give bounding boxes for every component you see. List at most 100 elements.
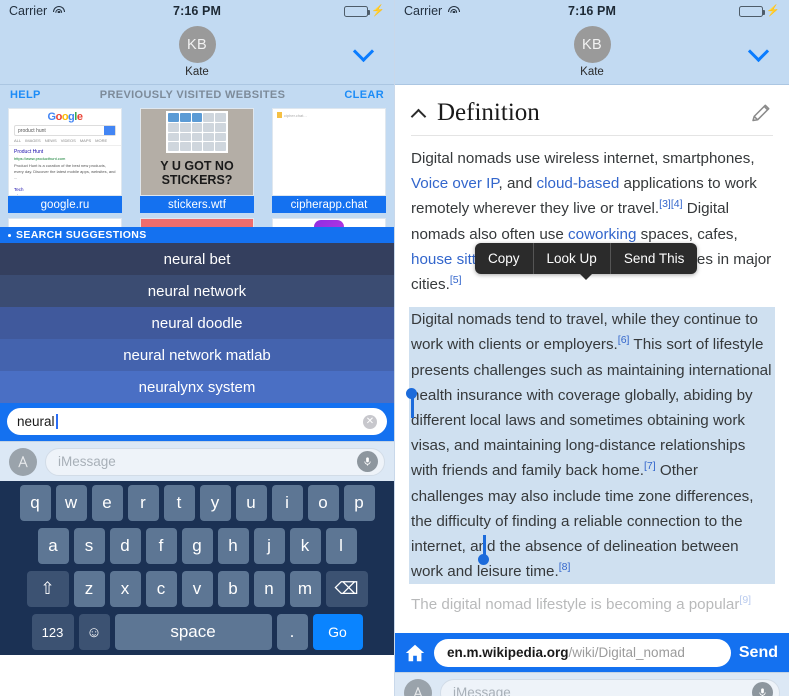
search-input[interactable]: neural ✕: [7, 408, 387, 435]
key-v[interactable]: v: [181, 571, 213, 607]
send-button[interactable]: Send: [739, 644, 780, 662]
selection-start-bar[interactable]: [411, 396, 414, 418]
selection-end-handle[interactable]: [478, 554, 489, 565]
key-o[interactable]: o: [307, 485, 339, 521]
key-u[interactable]: u: [235, 485, 267, 521]
page-tab-row: cipher.chat...: [277, 112, 381, 118]
suggestion-item[interactable]: neural doodle: [0, 307, 394, 339]
article-link[interactable]: cloud-based: [537, 175, 620, 192]
key-b[interactable]: b: [217, 571, 249, 607]
key-p[interactable]: p: [343, 485, 375, 521]
lookup-menu-item[interactable]: Look Up: [532, 243, 610, 274]
contact-block[interactable]: KB Kate: [178, 26, 216, 78]
key-i[interactable]: i: [271, 485, 303, 521]
backspace-key[interactable]: ⌫: [325, 571, 368, 607]
key-x[interactable]: x: [109, 571, 141, 607]
url-input[interactable]: en.m.wikipedia.org/wiki/Digital_nomad: [434, 638, 731, 667]
search-suggestions-header: SEARCH SUGGESTIONS: [0, 227, 394, 243]
key-c[interactable]: c: [145, 571, 177, 607]
home-icon[interactable]: [404, 642, 426, 664]
article-link[interactable]: Voice over IP: [411, 175, 499, 192]
pencil-icon[interactable]: [749, 101, 773, 125]
contact-header-left: KB Kate: [0, 22, 394, 85]
key-y[interactable]: y: [199, 485, 231, 521]
selection-start-handle[interactable]: [406, 388, 417, 399]
key-d[interactable]: d: [109, 528, 141, 564]
google-search-icon: [104, 126, 115, 135]
send-this-menu-item[interactable]: Send This: [609, 243, 698, 274]
microphone-icon[interactable]: [752, 682, 773, 696]
key-z[interactable]: z: [73, 571, 105, 607]
key-n[interactable]: n: [253, 571, 285, 607]
clear-button[interactable]: CLEAR: [344, 89, 384, 101]
period-key[interactable]: .: [276, 614, 308, 650]
article-link[interactable]: coworking: [568, 226, 636, 243]
citation-ref[interactable]: [7]: [644, 460, 656, 472]
site-card-cipherapp[interactable]: cipher.chat... cipherapp.chat: [272, 108, 386, 213]
key-a[interactable]: a: [37, 528, 69, 564]
contact-name: Kate: [580, 66, 604, 78]
key-h[interactable]: h: [217, 528, 249, 564]
help-button[interactable]: HELP: [10, 89, 41, 101]
imessage-bar-left: iMessage: [0, 441, 394, 481]
site-card-stickers[interactable]: Y U GOT NO STICKERS? stickers.wtf: [140, 108, 254, 213]
result-url: https://www.producthunt.com: [14, 156, 66, 161]
key-e[interactable]: e: [91, 485, 123, 521]
site-card-app[interactable]: 1: [272, 218, 386, 227]
imessage-input[interactable]: iMessage: [440, 678, 780, 696]
key-l[interactable]: l: [325, 528, 357, 564]
suggestion-item[interactable]: neuralynx system: [0, 371, 394, 403]
citation-ref[interactable]: [3][4]: [659, 198, 682, 210]
sticker-grid-image: [166, 111, 228, 153]
google-logo-icon: Google: [47, 111, 83, 123]
key-j[interactable]: j: [253, 528, 285, 564]
sublink: About: [14, 194, 116, 195]
key-m[interactable]: m: [289, 571, 321, 607]
site-card-google[interactable]: Google product hunt ALL IMAGES NEWS VIDE…: [8, 108, 122, 213]
blank-page-content: cipher.chat...: [273, 109, 385, 121]
suggestion-item[interactable]: neural bet: [0, 243, 394, 275]
citation-ref[interactable]: [9]: [739, 594, 751, 606]
meme-content: Y U GOT NO STICKERS?: [141, 109, 253, 195]
article-text: , and: [498, 175, 537, 193]
shift-key[interactable]: ⇧: [26, 571, 69, 607]
key-s[interactable]: s: [73, 528, 105, 564]
go-key[interactable]: Go: [312, 614, 363, 650]
google-result: Product Hunt https://www.producthunt.com…: [9, 146, 121, 183]
microphone-glyph: [364, 457, 371, 466]
suggestion-item[interactable]: neural network: [0, 275, 394, 307]
virtual-keyboard: q w e r t y u i o p a s d f g h j k l ⇧ …: [0, 481, 394, 655]
right-screen: Carrier 7:16 PM ⚡ KB Kate Definition Dig…: [395, 0, 789, 696]
appstore-icon[interactable]: [404, 678, 432, 696]
chevron-down-icon[interactable]: [749, 44, 770, 55]
chevron-down-icon[interactable]: [354, 44, 375, 55]
site-card-swapped[interactable]: Swapped: [140, 218, 254, 227]
chevron-up-icon[interactable]: [411, 107, 427, 119]
key-q[interactable]: q: [19, 485, 51, 521]
key-w[interactable]: w: [55, 485, 87, 521]
key-t[interactable]: t: [163, 485, 195, 521]
space-key[interactable]: space: [114, 614, 272, 650]
appstore-icon[interactable]: [9, 447, 37, 476]
suggestion-item[interactable]: neural network matlab: [0, 339, 394, 371]
key-k[interactable]: k: [289, 528, 321, 564]
numbers-key[interactable]: 123: [31, 614, 74, 650]
clear-circle-icon[interactable]: ✕: [363, 414, 377, 429]
imessage-input[interactable]: iMessage: [45, 447, 385, 476]
citation-ref[interactable]: [8]: [559, 561, 571, 573]
dot-icon: [8, 233, 11, 237]
microphone-icon[interactable]: [357, 451, 378, 472]
emoji-key[interactable]: ☺: [78, 614, 110, 650]
site-label: cipherapp.chat: [272, 196, 386, 213]
key-g[interactable]: g: [181, 528, 213, 564]
copy-menu-item[interactable]: Copy: [475, 243, 533, 274]
contact-block[interactable]: KB Kate: [573, 26, 611, 78]
article-text: Other challenges may also include time z…: [411, 462, 754, 581]
site-card-snappy[interactable]: Snappy: [8, 218, 122, 227]
search-suggestions-label: SEARCH SUGGESTIONS: [16, 229, 147, 241]
key-r[interactable]: r: [127, 485, 159, 521]
key-f[interactable]: f: [145, 528, 177, 564]
citation-ref[interactable]: [6]: [618, 334, 630, 346]
citation-ref[interactable]: [5]: [450, 274, 462, 286]
article-paragraph-2-selected[interactable]: Digital nomads tend to travel, while the…: [409, 307, 775, 585]
